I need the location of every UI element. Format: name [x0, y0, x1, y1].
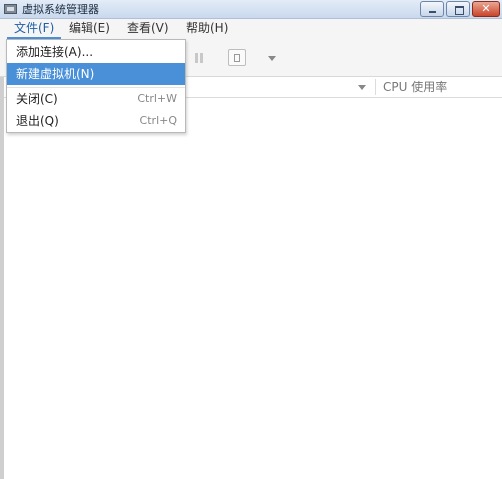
menu-view[interactable]: 查看(V) [120, 19, 176, 39]
file-menu-dropdown: 添加连接(A)... 新建虚拟机(N) 关闭(C) Ctrl+W 退出(Q) C… [6, 39, 186, 133]
close-icon[interactable]: ✕ [472, 1, 500, 17]
menu-file[interactable]: 文件(F) [7, 19, 62, 39]
menu-item-shortcut: Ctrl+Q [139, 114, 177, 127]
menu-item-quit[interactable]: 退出(Q) Ctrl+Q [7, 110, 185, 132]
app-icon [4, 4, 17, 14]
minimize-icon[interactable] [420, 1, 444, 17]
pause-icon[interactable] [194, 53, 204, 63]
window-title: 虚拟系统管理器 [22, 3, 99, 16]
column-divider[interactable] [375, 79, 376, 95]
sort-arrow-icon[interactable] [358, 85, 366, 90]
window-controls: ✕ [420, 1, 500, 17]
menu-item-label: 新建虚拟机(N) [16, 67, 95, 81]
menu-item-add-connection[interactable]: 添加连接(A)... [7, 41, 185, 63]
vm-list: CPU 使用率 [0, 77, 502, 479]
maximize-icon[interactable] [446, 1, 470, 17]
title-bar: 虚拟系统管理器 ✕ [0, 0, 502, 19]
column-cpu-usage[interactable]: CPU 使用率 [383, 80, 447, 95]
menu-help[interactable]: 帮助(H) [179, 19, 235, 39]
menu-item-shortcut: Ctrl+W [137, 92, 177, 105]
menu-item-label: 关闭(C) [16, 92, 58, 106]
stop-icon[interactable] [228, 49, 246, 66]
menu-bar: 文件(F) 编辑(E) 查看(V) 帮助(H) [0, 19, 502, 39]
dropdown-arrow-icon[interactable] [268, 56, 276, 61]
menu-item-new-vm[interactable]: 新建虚拟机(N) [7, 63, 185, 85]
menu-edit[interactable]: 编辑(E) [62, 19, 117, 39]
menu-item-label: 退出(Q) [16, 114, 59, 128]
menu-item-close[interactable]: 关闭(C) Ctrl+W [7, 88, 185, 110]
menu-item-label: 添加连接(A)... [16, 45, 94, 59]
